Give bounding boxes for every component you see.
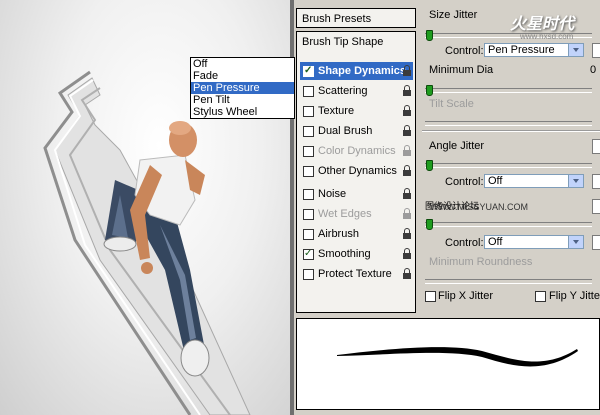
- brush-option-dual-brush[interactable]: Dual Brush: [300, 122, 413, 140]
- control-angle-value: Off: [488, 175, 503, 187]
- control-angle-label: Control:: [445, 176, 484, 188]
- brush-option-wet-edges[interactable]: Wet Edges: [300, 205, 413, 223]
- control-roundness-value: Off: [488, 236, 503, 248]
- option-label: Other Dynamics: [318, 165, 397, 177]
- option-label: Texture: [318, 105, 355, 117]
- option-label: Noise: [318, 188, 347, 200]
- shape-dynamics-settings: Size Jitter Control: Pen Pressure Minimu…: [422, 0, 600, 312]
- chevron-down-icon[interactable]: [568, 44, 583, 56]
- angle-jitter-label: Angle Jitter: [429, 140, 485, 152]
- option-label: Smoothing: [318, 248, 371, 260]
- min-diameter-slider[interactable]: [425, 88, 592, 93]
- chevron-down-icon[interactable]: [568, 236, 583, 248]
- flip-y-label: Flip Y Jitter: [549, 290, 600, 302]
- lock-icon[interactable]: [402, 85, 412, 96]
- control-dropdown-list[interactable]: Off Fade Pen Pressure Pen Tilt Stylus Wheel: [190, 57, 295, 119]
- control-size-select[interactable]: Pen Pressure: [484, 43, 584, 57]
- watermark-logo: 火星时代: [510, 16, 575, 33]
- brush-option-other-dynamics[interactable]: Other Dynamics: [300, 162, 413, 180]
- option-label: Airbrush: [318, 228, 359, 240]
- brush-presets-label: Brush Presets: [302, 13, 372, 25]
- option-checkbox[interactable]: [303, 269, 314, 280]
- option-label: Color Dynamics: [318, 145, 396, 157]
- option-label: Dual Brush: [318, 125, 373, 137]
- brush-option-noise[interactable]: Noise: [300, 185, 413, 203]
- brush-option-airbrush[interactable]: Airbrush: [300, 225, 413, 243]
- brush-presets-button[interactable]: Brush Presets: [296, 8, 416, 28]
- angle-jitter-thumb[interactable]: [426, 160, 433, 171]
- tilt-scale-slider: [425, 121, 592, 126]
- dropdown-option[interactable]: Off: [191, 58, 294, 70]
- watermark-url: www.hxsd.com: [520, 32, 574, 41]
- dropdown-option[interactable]: Pen Tilt: [191, 94, 294, 106]
- lock-icon[interactable]: [402, 125, 412, 136]
- brush-option-color-dynamics[interactable]: Color Dynamics: [300, 142, 413, 160]
- lock-icon[interactable]: [402, 268, 412, 279]
- control-size-value: Pen Pressure: [488, 44, 555, 56]
- min-diameter-value: 0: [590, 64, 597, 76]
- option-checkbox[interactable]: [303, 62, 314, 80]
- lock-icon[interactable]: [402, 65, 412, 76]
- angle-jitter-slider[interactable]: [425, 163, 592, 168]
- lock-icon[interactable]: [402, 248, 412, 259]
- min-roundness-slider: [425, 279, 592, 284]
- size-jitter-thumb[interactable]: [426, 30, 433, 41]
- brush-option-scattering[interactable]: Scattering: [300, 82, 413, 100]
- option-checkbox[interactable]: [303, 106, 314, 117]
- option-label: Shape Dynamics: [318, 65, 407, 77]
- brush-stroke-preview: [296, 318, 600, 410]
- minimum-diameter-label: Minimum Dia: [429, 64, 494, 76]
- brush-option-shape-dynamics[interactable]: Shape Dynamics: [300, 62, 413, 80]
- minimum-roundness-label: Minimum Roundness: [429, 256, 533, 268]
- option-checkbox[interactable]: [303, 126, 314, 137]
- lock-icon[interactable]: [402, 228, 412, 239]
- control-angle-extra-field[interactable]: [592, 174, 600, 189]
- option-checkbox[interactable]: [303, 245, 314, 263]
- roundness-jitter-slider[interactable]: [425, 222, 592, 227]
- option-label: Protect Texture: [318, 268, 392, 280]
- option-label: Scattering: [318, 85, 368, 97]
- dropdown-option[interactable]: Pen Pressure: [191, 82, 294, 94]
- option-checkbox[interactable]: [303, 166, 314, 177]
- dropdown-option[interactable]: Fade: [191, 70, 294, 82]
- option-label: Wet Edges: [318, 208, 372, 220]
- brush-settings-box: Brush Tip Shape Shape Dynamics Scattering…: [296, 31, 416, 313]
- size-jitter-label: Size Jitter: [429, 9, 478, 21]
- control-roundness-select[interactable]: Off: [484, 235, 584, 249]
- watermark-missyuan: WWW.MISSYUAN.COM: [430, 202, 528, 212]
- option-checkbox[interactable]: [303, 189, 314, 200]
- flip-y-checkbox[interactable]: [535, 291, 546, 302]
- control-size-extra-field[interactable]: [592, 43, 600, 58]
- separator: [422, 130, 600, 132]
- angle-jitter-field[interactable]: [592, 139, 600, 154]
- lock-icon[interactable]: [402, 188, 412, 199]
- roundness-jitter-field[interactable]: [592, 199, 600, 214]
- flip-x-label: Flip X Jitter: [438, 290, 494, 302]
- brush-option-texture[interactable]: Texture: [300, 102, 413, 120]
- chevron-down-icon[interactable]: [568, 175, 583, 187]
- lock-icon[interactable]: [402, 145, 412, 156]
- lock-icon[interactable]: [402, 208, 412, 219]
- brush-option-protect-texture[interactable]: Protect Texture: [300, 265, 413, 283]
- roundness-jitter-thumb[interactable]: [426, 219, 433, 230]
- option-checkbox[interactable]: [303, 209, 314, 220]
- stroke-preview-graphic: [337, 347, 578, 367]
- flip-x-checkbox[interactable]: [425, 291, 436, 302]
- control-roundness-label: Control:: [445, 237, 484, 249]
- option-checkbox[interactable]: [303, 229, 314, 240]
- tilt-scale-label: Tilt Scale: [429, 98, 474, 110]
- brush-tip-shape-item[interactable]: Brush Tip Shape: [302, 36, 383, 48]
- min-diameter-thumb[interactable]: [426, 85, 433, 96]
- brush-option-smoothing[interactable]: Smoothing: [300, 245, 413, 263]
- control-angle-select[interactable]: Off: [484, 174, 584, 188]
- dropdown-option[interactable]: Stylus Wheel: [191, 106, 294, 118]
- option-checkbox[interactable]: [303, 146, 314, 157]
- control-size-label: Control:: [445, 45, 484, 57]
- brush-options-list: Brush Presets Brush Tip Shape Shape Dyna…: [296, 8, 416, 313]
- control-roundness-extra-field[interactable]: [592, 235, 600, 250]
- option-checkbox[interactable]: [303, 86, 314, 97]
- lock-icon[interactable]: [402, 165, 412, 176]
- lock-icon[interactable]: [402, 105, 412, 116]
